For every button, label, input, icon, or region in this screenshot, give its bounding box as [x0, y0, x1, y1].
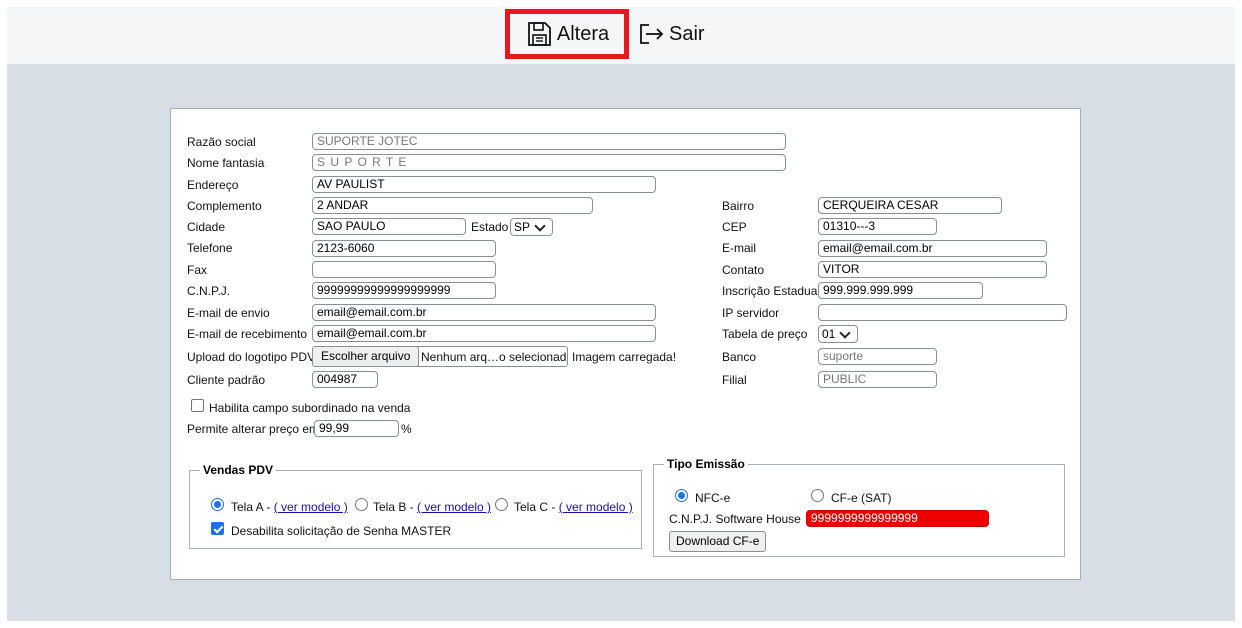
ip-servidor-label: IP servidor [722, 306, 780, 320]
company-form-panel: Razão social SUPORTE JOTEC Nome fantasia… [170, 108, 1081, 580]
file-upload-input[interactable]: Escolher arquivo Nenhum arq…o selecionad… [312, 346, 568, 367]
ip-servidor-input[interactable] [818, 304, 1067, 321]
estado-value: SP [514, 220, 531, 234]
complemento-input[interactable]: 2 ANDAR [312, 197, 593, 214]
tabela-preco-select[interactable]: 01 [818, 325, 858, 343]
sair-button[interactable]: Sair [637, 19, 705, 49]
telefone-label: Telefone [187, 241, 233, 255]
tela-c-label: Tela C - ( ver modelo ) [514, 500, 633, 514]
cliente-padrao-input[interactable]: 004987 [312, 371, 378, 388]
habilita-subordinado-label: Habilita campo subordinado na venda [209, 401, 411, 415]
permite-alterar-preco-input[interactable]: 99,99 [314, 420, 399, 437]
cnpj-input[interactable]: 99999999999999999999 [312, 282, 496, 299]
razao-social-input[interactable]: SUPORTE JOTEC [312, 133, 786, 150]
tela-c-text: Tela C - [514, 500, 559, 514]
tela-a-radio[interactable] [211, 498, 224, 511]
email-recebimento-label: E-mail de recebimento [187, 327, 308, 341]
fax-label: Fax [187, 263, 208, 277]
filial-label: Filial [722, 373, 747, 387]
estado-select[interactable]: SP [510, 218, 553, 236]
nfce-label: NFC-e [695, 491, 731, 505]
file-status-text: Nenhum arq…o selecionado [421, 350, 568, 364]
page-background: Altera Sair Razão social SUPORTE JOTEC N… [7, 7, 1235, 621]
altera-label: Altera [556, 22, 610, 45]
habilita-subordinado-checkbox[interactable] [191, 399, 204, 412]
toolbar: Altera Sair [7, 7, 1235, 64]
tela-a-label: Tela A - ( ver modelo ) [231, 500, 348, 514]
percent-suffix: % [401, 422, 412, 436]
email-envio-label: E-mail de envio [187, 306, 270, 320]
cnpj-label: C.N.P.J. [187, 284, 231, 298]
fax-input[interactable] [312, 261, 496, 278]
email-envio-input[interactable]: email@email.com.br [312, 304, 656, 321]
tela-b-text: Tela B - [373, 500, 418, 514]
cfe-sat-radio[interactable] [811, 489, 824, 502]
tela-b-ver-modelo-link[interactable]: ( ver modelo ) [417, 500, 491, 514]
tela-c-radio[interactable] [495, 498, 508, 511]
telefone-input[interactable]: 2123-6060 [312, 240, 496, 257]
inscricao-estadual-label: Inscrição Estadual [722, 284, 821, 298]
tela-b-label: Tela B - ( ver modelo ) [373, 500, 491, 514]
tela-a-ver-modelo-link[interactable]: ( ver modelo ) [274, 500, 348, 514]
cnpj-software-house-input[interactable]: 9999999999999999 [806, 510, 989, 527]
tela-c-ver-modelo-link[interactable]: ( ver modelo ) [559, 500, 633, 514]
complemento-label: Complemento [187, 199, 262, 213]
filial-input[interactable]: PUBLIC [818, 371, 937, 388]
tela-a-text: Tela A - [231, 500, 274, 514]
nome-fantasia-label: Nome fantasia [187, 156, 265, 170]
cidade-input[interactable]: SAO PAULO [312, 218, 466, 235]
download-cfe-button[interactable]: Download CF-e [669, 531, 767, 552]
permite-alterar-preco-label: Permite alterar preço em [187, 422, 320, 436]
altera-button[interactable]: Altera [505, 9, 629, 59]
exit-icon [640, 24, 664, 44]
cep-input[interactable]: 01310---3 [818, 218, 937, 235]
desabilita-senha-checkbox[interactable] [211, 522, 224, 535]
image-status-text: Imagem carregada! [572, 350, 677, 364]
cidade-label: Cidade [187, 220, 226, 234]
email-label: E-mail [722, 241, 757, 255]
email-input[interactable]: email@email.com.br [818, 240, 1047, 257]
tipo-emissao-legend: Tipo Emissão [667, 457, 745, 471]
bairro-label: Bairro [722, 199, 755, 213]
endereco-input[interactable]: AV PAULIST [312, 176, 656, 193]
nfce-radio[interactable] [675, 489, 688, 502]
bairro-input[interactable]: CERQUEIRA CESAR [818, 197, 1002, 214]
upload-logo-label: Upload do logotipo PDV [187, 350, 316, 364]
razao-social-label: Razão social [187, 135, 256, 149]
chevron-down-icon [534, 219, 546, 232]
vendas-pdv-legend: Vendas PDV [203, 463, 274, 477]
banco-input[interactable]: suporte [818, 348, 937, 365]
desabilita-senha-label: Desabilita solicitação de Senha MASTER [231, 524, 452, 538]
contato-label: Contato [722, 263, 765, 277]
email-recebimento-input[interactable]: email@email.com.br [312, 325, 656, 342]
tela-b-radio[interactable] [355, 498, 368, 511]
estado-label: Estado [471, 220, 509, 234]
cliente-padrao-label: Cliente padrão [187, 373, 266, 387]
tabela-preco-label: Tabela de preço [722, 327, 808, 341]
save-icon [527, 22, 551, 46]
cfe-sat-label: CF-e (SAT) [831, 491, 892, 505]
cnpj-software-house-label: C.N.P.J. Software House [669, 512, 801, 526]
chevron-down-icon [839, 326, 852, 339]
endereco-label: Endereço [187, 178, 239, 192]
inscricao-estadual-input[interactable]: 999.999.999.999 [818, 282, 983, 299]
nome-fantasia-input[interactable]: S U P O R T E [312, 154, 786, 171]
tabela-preco-value: 01 [822, 327, 836, 341]
sair-label: Sair [669, 22, 705, 45]
cep-label: CEP [722, 220, 747, 234]
choose-file-button[interactable]: Escolher arquivo [313, 347, 420, 366]
contato-input[interactable]: VITOR [818, 261, 1047, 278]
banco-label: Banco [722, 350, 757, 364]
